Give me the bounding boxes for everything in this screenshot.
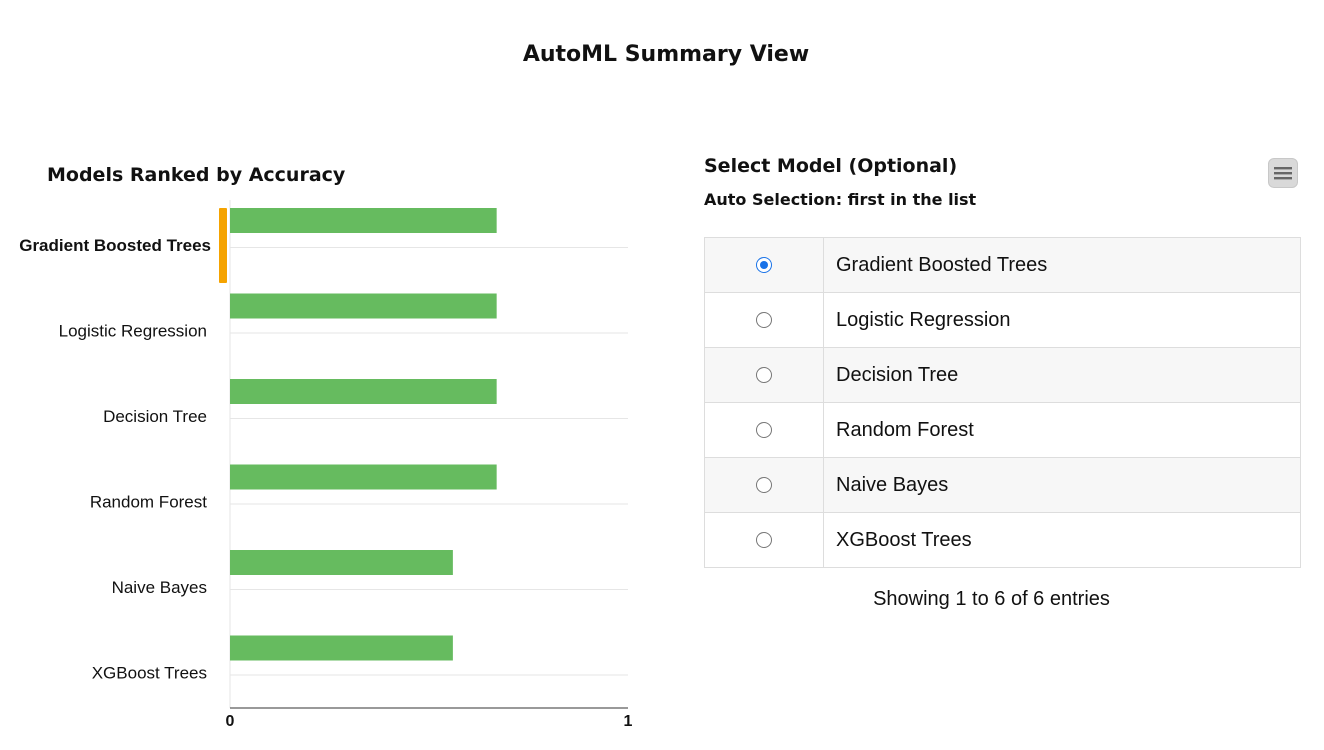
menu-button[interactable] bbox=[1268, 158, 1298, 188]
model-table: Gradient Boosted Trees Logistic Regressio… bbox=[704, 237, 1301, 568]
model-name: Gradient Boosted Trees bbox=[823, 237, 1301, 293]
panel-title: Select Model (Optional) bbox=[704, 155, 958, 177]
bar bbox=[230, 379, 497, 404]
accuracy-bar-chart: Gradient Boosted Trees Logistic Regressio… bbox=[19, 200, 633, 730]
radio-cell[interactable] bbox=[704, 457, 824, 513]
table-row[interactable]: Naive Bayes bbox=[704, 457, 1301, 513]
page-title: AutoML Summary View bbox=[522, 42, 810, 67]
bar bbox=[230, 293, 497, 319]
category-label: Naive Bayes bbox=[112, 578, 207, 597]
bar bbox=[230, 550, 453, 575]
radio-cell[interactable] bbox=[704, 237, 824, 293]
bar bbox=[230, 635, 453, 661]
x-tick-label: 1 bbox=[624, 713, 633, 730]
panel-subtitle: Auto Selection: first in the list bbox=[704, 190, 977, 209]
model-radio[interactable] bbox=[756, 257, 772, 274]
radio-cell[interactable] bbox=[704, 402, 824, 458]
model-radio[interactable] bbox=[756, 422, 772, 439]
category-label: Random Forest bbox=[90, 493, 207, 512]
table-row[interactable]: Logistic Regression bbox=[704, 292, 1301, 348]
table-row[interactable]: Gradient Boosted Trees bbox=[704, 237, 1301, 293]
chart-title: Models Ranked by Accuracy bbox=[47, 164, 346, 186]
category-label: XGBoost Trees bbox=[92, 664, 207, 683]
hamburger-menu-icon bbox=[1274, 167, 1292, 180]
model-radio[interactable] bbox=[756, 532, 772, 549]
model-name: Decision Tree bbox=[823, 347, 1301, 403]
model-radio[interactable] bbox=[756, 477, 772, 494]
category-label: Gradient Boosted Trees bbox=[19, 236, 211, 255]
table-info: Showing 1 to 6 of 6 entries bbox=[873, 588, 1110, 610]
table-row[interactable]: Decision Tree bbox=[704, 347, 1301, 403]
bar bbox=[230, 208, 497, 233]
x-tick-label: 0 bbox=[226, 713, 235, 730]
model-name: XGBoost Trees bbox=[823, 512, 1301, 568]
bar bbox=[230, 464, 497, 490]
radio-cell[interactable] bbox=[704, 347, 824, 403]
model-name: Random Forest bbox=[823, 402, 1301, 458]
table-row[interactable]: Random Forest bbox=[704, 402, 1301, 458]
model-radio[interactable] bbox=[756, 367, 772, 384]
highlight-marker bbox=[219, 208, 227, 283]
category-label: Logistic Regression bbox=[59, 322, 207, 341]
model-radio[interactable] bbox=[756, 312, 772, 329]
radio-cell[interactable] bbox=[704, 512, 824, 568]
model-name: Naive Bayes bbox=[823, 457, 1301, 513]
radio-cell[interactable] bbox=[704, 292, 824, 348]
model-name: Logistic Regression bbox=[823, 292, 1301, 348]
category-label: Decision Tree bbox=[103, 407, 207, 426]
table-row[interactable]: XGBoost Trees bbox=[704, 512, 1301, 568]
